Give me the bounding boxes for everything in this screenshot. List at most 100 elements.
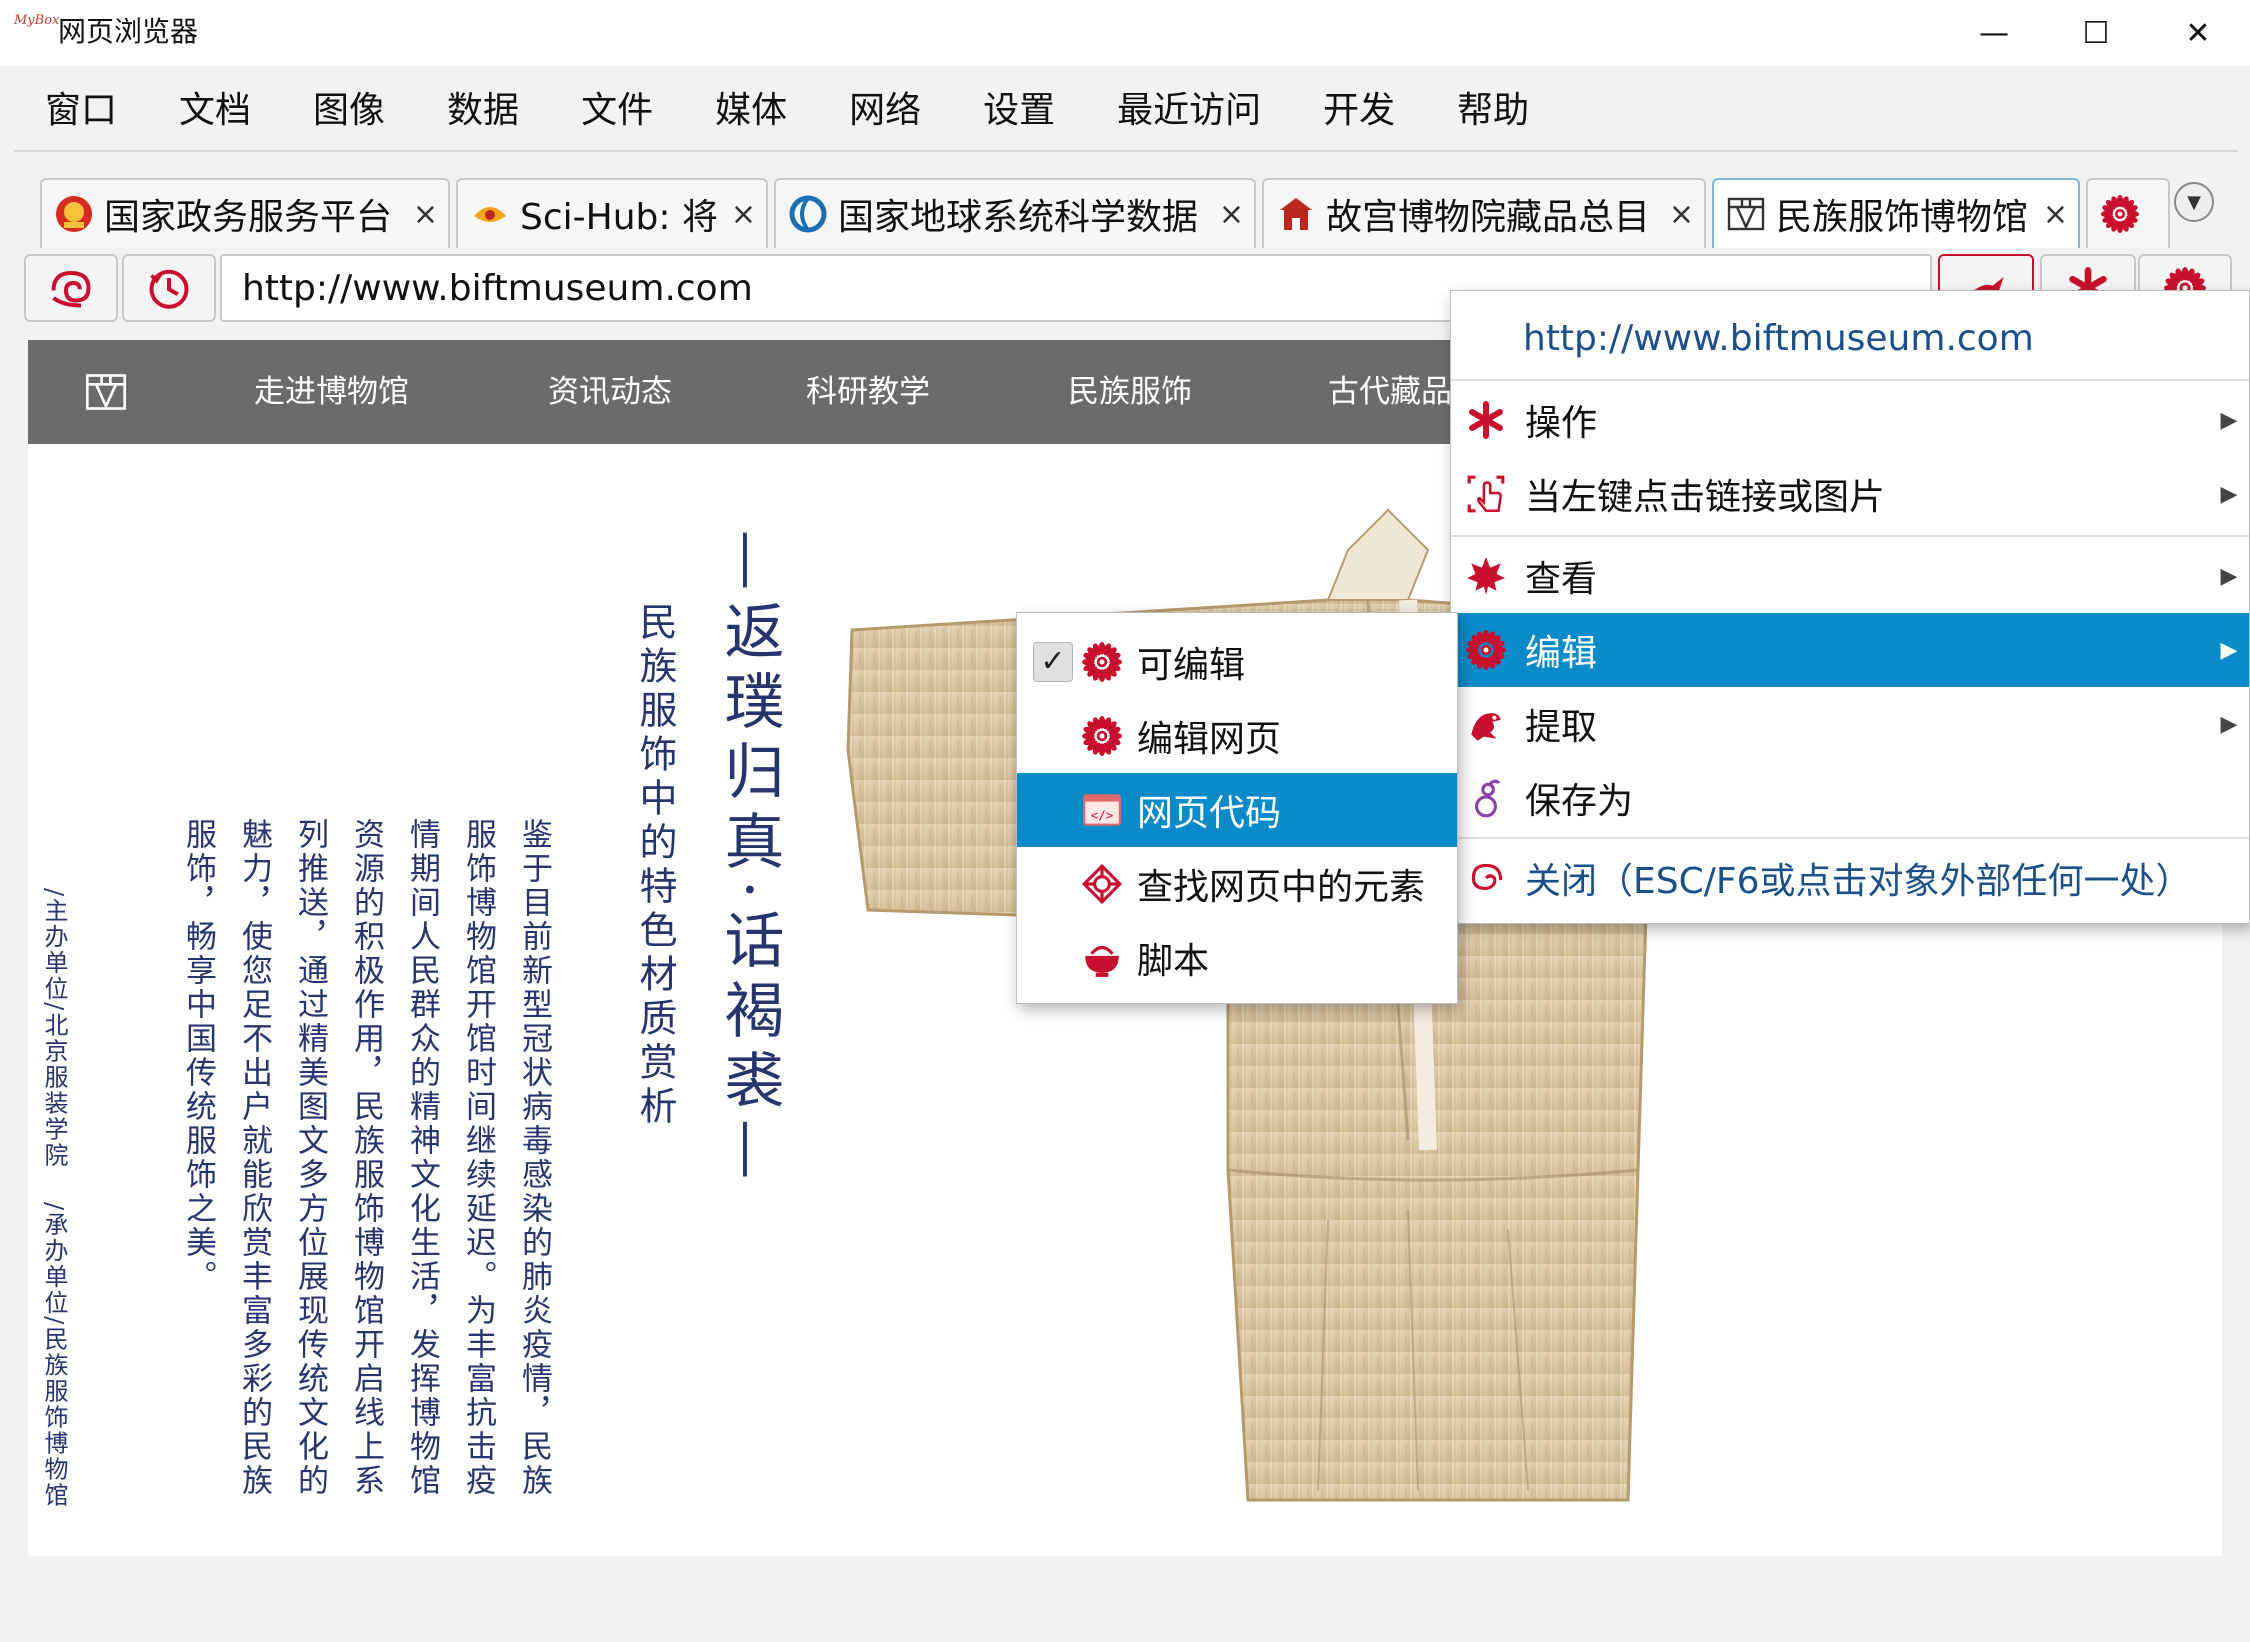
submenu-arrow-icon: ▶ xyxy=(2220,711,2238,737)
peony-icon xyxy=(2100,194,2140,234)
tab-close-icon[interactable]: × xyxy=(409,197,448,232)
intro-column: 列推送，通过精美图文多方位展现传统文化的 xyxy=(292,818,328,1498)
menu-window[interactable]: 窗口 xyxy=(14,72,148,150)
spiral-icon xyxy=(1463,855,1509,901)
tab-label: Sci-Hub: 将 xyxy=(520,197,718,238)
home-button[interactable] xyxy=(24,254,118,322)
submenu-arrow-icon: ▶ xyxy=(2220,637,2238,663)
locate-icon xyxy=(1079,861,1125,907)
site-nav-antiques[interactable]: 古代藏品 xyxy=(1328,340,1452,444)
site-logo-icon[interactable] xyxy=(84,370,128,414)
menu-separator xyxy=(1451,535,2249,537)
site-nav-about[interactable]: 走进博物馆 xyxy=(254,340,409,444)
site-nav-research[interactable]: 科研教学 xyxy=(806,340,930,444)
menu-item-close[interactable]: 关闭（ESC/F6或点击对象外部任何一处） xyxy=(1451,841,2249,915)
menu-develop[interactable]: 开发 xyxy=(1292,72,1426,150)
submenu-arrow-icon: ▶ xyxy=(2220,407,2238,433)
history-button[interactable] xyxy=(122,254,216,322)
close-window-button[interactable]: ✕ xyxy=(2146,0,2250,66)
intro-column: 资源的积极作用，民族服饰博物馆开启线上系 xyxy=(348,818,384,1498)
raven-eye-icon xyxy=(474,207,506,222)
tab-ethnic-costume-museum[interactable]: 民族服饰博物馆 × xyxy=(1712,178,2080,248)
flower-icon xyxy=(1079,713,1125,759)
menu-media[interactable]: 媒体 xyxy=(684,72,818,150)
submenu-item-page-code[interactable]: </> 网页代码 xyxy=(1017,773,1457,847)
menu-bar: 窗口 文档 图像 数据 文件 媒体 网络 设置 最近访问 开发 帮助 xyxy=(14,72,2238,150)
flower-icon xyxy=(1463,627,1509,673)
submenu-item-find-element[interactable]: 查找网页中的元素 xyxy=(1017,847,1457,921)
menu-item-save-as[interactable]: 保存为 xyxy=(1451,761,2249,835)
menu-item-extract[interactable]: 提取 ▶ xyxy=(1451,687,2249,761)
intro-column: 服饰，畅享中国传统服饰之美。 xyxy=(180,818,216,1294)
menu-separator xyxy=(1451,379,2249,381)
tab-label: 民族服饰博物馆 xyxy=(1776,197,2029,238)
submenu-item-edit-page[interactable]: 编辑网页 xyxy=(1017,699,1457,773)
tab-close-icon[interactable]: × xyxy=(1215,197,1254,232)
tab-gov-service[interactable]: 国家政务服务平台 × xyxy=(40,178,450,248)
menu-help[interactable]: 帮助 xyxy=(1426,72,1560,150)
site-nav-costume[interactable]: 民族服饰 xyxy=(1068,340,1192,444)
tab-close-icon[interactable]: × xyxy=(727,197,766,232)
submenu-arrow-icon: ▶ xyxy=(2220,481,2238,507)
gourd-icon xyxy=(1463,775,1509,821)
tab-scihub[interactable]: Sci-Hub: 将 × xyxy=(456,178,768,248)
click-icon xyxy=(1463,471,1509,517)
menu-image[interactable]: 图像 xyxy=(282,72,416,150)
edit-submenu: ✓ 可编辑 编辑网页 </> 网页代码 查找网页中的元素 脚本 xyxy=(1016,612,1458,1004)
checked-checkbox[interactable]: ✓ xyxy=(1033,642,1073,682)
menu-settings[interactable]: 设置 xyxy=(952,72,1086,150)
intro-column: 服饰博物馆开馆时间继续延迟。为丰富抗击疫 xyxy=(460,818,496,1498)
menu-data[interactable]: 数据 xyxy=(416,72,550,150)
submenu-item-script[interactable]: 脚本 xyxy=(1017,921,1457,995)
code-icon: </> xyxy=(1079,787,1125,833)
menu-divider xyxy=(14,150,2238,152)
menu-item-view[interactable]: 查看 ▶ xyxy=(1451,539,2249,613)
tab-earth-data[interactable]: 国家地球系统科学数据 × xyxy=(774,178,1256,248)
intro-column: 魅力，使您足不出户就能欣赏丰富多彩的民族 xyxy=(236,818,272,1498)
submenu-arrow-icon: ▶ xyxy=(2220,563,2238,589)
intro-column: 情期间人民群众的精神文化生活，发挥博物馆 xyxy=(404,818,440,1498)
tab-strip: 国家政务服务平台 × Sci-Hub: 将 × 国家地球系统科学数据 × 故宫博… xyxy=(0,170,2250,248)
minimize-button[interactable]: — xyxy=(1942,0,2046,66)
maximize-button[interactable]: ☐ xyxy=(2044,0,2148,66)
tab-label: 故宫博物院藏品总目 xyxy=(1326,197,1651,238)
context-menu-url: http://www.biftmuseum.com xyxy=(1523,317,2034,359)
window-title: 网页浏览器 xyxy=(58,15,199,48)
organizer-text: /主办单位/北京服装学院 xyxy=(40,888,68,1169)
app-logo: MyBox xyxy=(14,13,60,28)
tab-palace-museum[interactable]: 故宫博物院藏品总目 × xyxy=(1262,178,1706,248)
maple-leaf-icon xyxy=(1463,553,1509,599)
hero-title: —返璞归真·话褐裘— xyxy=(714,530,784,1190)
menu-recent[interactable]: 最近访问 xyxy=(1086,72,1292,150)
museum-logo-icon xyxy=(1726,194,1766,234)
tab-overflow-partial[interactable] xyxy=(2086,178,2170,248)
tab-label: 国家地球系统科学数据 xyxy=(838,197,1199,238)
context-menu: http://www.biftmuseum.com 操作 ▶ 当左键点击链接或图… xyxy=(1450,290,2250,924)
submenu-item-editable[interactable]: ✓ 可编辑 xyxy=(1017,625,1457,699)
menu-file[interactable]: 文件 xyxy=(550,72,684,150)
menu-separator xyxy=(1451,837,2249,839)
palace-icon xyxy=(1280,198,1312,230)
site-nav-news[interactable]: 资讯动态 xyxy=(548,340,672,444)
menu-item-left-click[interactable]: 当左键点击链接或图片 ▶ xyxy=(1451,457,2249,531)
flower-icon xyxy=(1079,639,1125,685)
hero-subtitle: 民族服饰中的特色材质赏析 xyxy=(633,602,677,1130)
national-emblem-icon xyxy=(56,196,92,232)
tab-label: 国家政务服务平台 xyxy=(104,197,393,238)
menu-document[interactable]: 文档 xyxy=(148,72,282,150)
intro-column: 鉴于目前新型冠状病毒感染的肺炎疫情，民族 xyxy=(516,818,552,1498)
tab-close-icon[interactable]: × xyxy=(2039,197,2078,232)
spiral-cloud-icon xyxy=(51,270,91,308)
tab-close-icon[interactable]: × xyxy=(1665,197,1704,232)
title-bar: MyBox 网页浏览器 — ☐ ✕ xyxy=(0,0,2250,66)
menu-item-operate[interactable]: 操作 ▶ xyxy=(1451,383,2249,457)
co-organizer-text: /承办单位/民族服饰博物馆 xyxy=(40,1202,68,1509)
menu-network[interactable]: 网络 xyxy=(818,72,952,150)
clock-history-icon xyxy=(149,269,189,309)
dragon-icon xyxy=(1463,701,1509,747)
tab-list-dropdown-icon[interactable]: ▼ xyxy=(2174,182,2214,222)
menu-item-edit[interactable]: 编辑 ▶ xyxy=(1451,613,2249,687)
bowl-icon xyxy=(1079,935,1125,981)
asterisk-icon xyxy=(1463,397,1509,443)
globe-swirl-icon xyxy=(789,195,827,233)
